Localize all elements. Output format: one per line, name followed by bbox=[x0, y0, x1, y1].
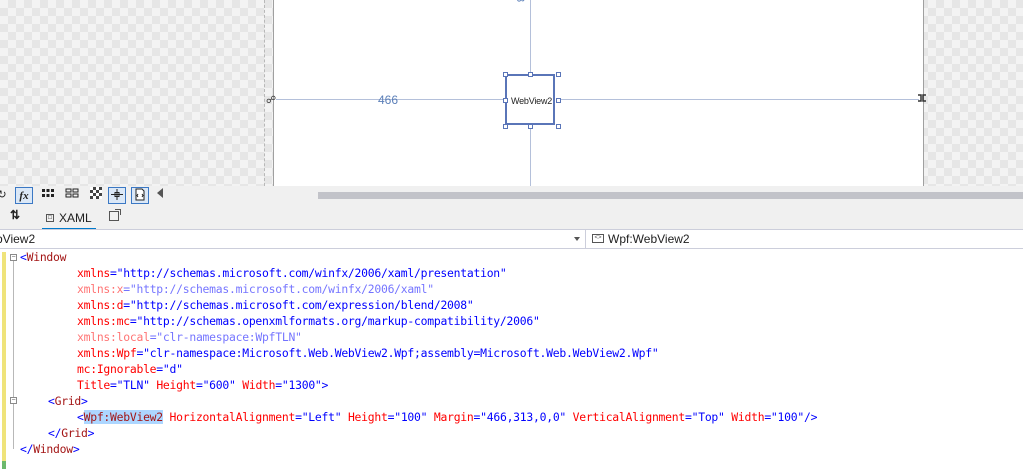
resize-handle-top-left[interactable] bbox=[503, 72, 508, 77]
code-value: "http://schemas.openxmlformats.org/marku… bbox=[136, 314, 540, 328]
resize-handle-bottom[interactable] bbox=[528, 124, 533, 129]
code-line-6: xmlns:local="clr-namespace:WpfTLN" bbox=[77, 330, 302, 344]
code-value: "600" bbox=[202, 378, 236, 392]
code-line-8: mc:Ignorable="d" bbox=[77, 362, 183, 376]
code-tag: Grid bbox=[61, 426, 88, 440]
code-attr: Width bbox=[731, 410, 765, 424]
code-attr: Width bbox=[242, 378, 276, 392]
effects-toggle-button[interactable]: fx bbox=[15, 187, 33, 204]
code-value: "Top" bbox=[691, 410, 725, 424]
tab-xaml-label: XAML bbox=[59, 211, 92, 225]
xaml-code-editor[interactable]: − − <Window xmlns="http://schemas.micros… bbox=[0, 249, 1023, 469]
code-attr: xmlns:d bbox=[77, 298, 124, 312]
xaml-icon: □ bbox=[46, 214, 54, 222]
code-tag: Window bbox=[26, 250, 67, 264]
code-line-11: <Wpf:WebView2 HorizontalAlignment="Left"… bbox=[77, 410, 818, 424]
code-attr: xmlns:local bbox=[77, 330, 150, 344]
code-line-13: </Window> bbox=[20, 442, 80, 456]
code-value: "466,313,0,0" bbox=[480, 410, 567, 424]
tab-xaml[interactable]: □ XAML bbox=[42, 208, 96, 230]
project-code-icon[interactable] bbox=[131, 187, 149, 204]
navigation-bar: bView2 <> Wpf:WebView2 bbox=[0, 229, 1023, 249]
snap-grid-icon[interactable] bbox=[63, 187, 81, 204]
code-attr: VerticalAlignment bbox=[572, 410, 686, 424]
code-value: "Left" bbox=[301, 410, 342, 424]
code-attr: xmlns:x bbox=[77, 282, 124, 296]
code-line-1: <Window bbox=[20, 250, 67, 264]
element-path-text: bView2 bbox=[0, 232, 36, 246]
horizontal-scrollbar-thumb[interactable] bbox=[318, 192, 1023, 199]
layout-guide bbox=[264, 0, 265, 186]
popout-icon[interactable] bbox=[109, 209, 121, 221]
member-dropdown-text: Wpf:WebView2 bbox=[608, 232, 690, 246]
change-tracking-bar bbox=[2, 252, 6, 461]
code-line-10: <Grid> bbox=[48, 394, 88, 408]
code-line-3: xmlns:x="http://schemas.microsoft.com/wi… bbox=[77, 282, 434, 296]
code-tag: Grid bbox=[54, 394, 82, 408]
margin-left-label: 466 bbox=[378, 93, 399, 107]
element-icon: <> bbox=[592, 234, 604, 243]
margin-bottom-line bbox=[530, 127, 531, 186]
code-value: "100" bbox=[394, 410, 428, 424]
code-attr: Margin bbox=[433, 410, 474, 424]
code-value: "clr-namespace:WpfTLN" bbox=[156, 330, 302, 344]
fold-guide bbox=[13, 261, 14, 449]
change-tracking-bar-saved bbox=[2, 461, 6, 469]
element-path-dropdown[interactable]: bView2 bbox=[0, 230, 586, 248]
margin-right-line bbox=[557, 99, 919, 100]
code-value: "d" bbox=[162, 362, 183, 376]
code-attr: Height bbox=[347, 410, 388, 424]
snap-to-lines-icon[interactable] bbox=[108, 187, 126, 204]
margin-top-label: 3 bbox=[514, 0, 526, 2]
window-canvas[interactable] bbox=[273, 0, 924, 186]
scroll-left-arrow-icon[interactable] bbox=[157, 188, 163, 198]
resize-handle-right[interactable] bbox=[556, 98, 561, 103]
code-attr: xmlns:Wpf bbox=[77, 346, 137, 360]
code-value: "100" bbox=[770, 410, 804, 424]
resize-handle-left[interactable] bbox=[503, 98, 508, 103]
code-value: "http://schemas.microsoft.com/expression… bbox=[129, 298, 474, 312]
code-value: "http://schemas.microsoft.com/winfx/2006… bbox=[129, 282, 434, 296]
dropdown-arrow-icon[interactable] bbox=[574, 237, 580, 241]
view-tab-row bbox=[0, 205, 1023, 229]
code-value: "1300" bbox=[281, 378, 322, 392]
member-dropdown[interactable]: <> Wpf:WebView2 bbox=[590, 230, 1023, 248]
fold-toggle-grid[interactable]: − bbox=[10, 397, 17, 404]
design-surface[interactable]: 466 3 ☍ WebView2 bbox=[0, 0, 1023, 186]
resize-handle-bottom-left[interactable] bbox=[503, 124, 508, 129]
code-line-12: </Grid> bbox=[48, 426, 95, 440]
swap-panes-icon[interactable]: ⇅ bbox=[10, 208, 20, 222]
code-value: "clr-namespace:Microsoft.Web.WebView2.Wp… bbox=[143, 346, 659, 360]
code-attr: xmlns bbox=[77, 266, 111, 280]
code-line-2: xmlns="http://schemas.microsoft.com/winf… bbox=[77, 266, 507, 280]
fold-toggle-window[interactable]: − bbox=[10, 254, 17, 261]
code-attr: mc:Ignorable bbox=[77, 362, 157, 376]
anchor-left-icon[interactable]: ☍ bbox=[266, 95, 276, 106]
margin-top-line bbox=[530, 0, 531, 74]
checkerboard-icon[interactable] bbox=[87, 187, 105, 204]
resize-handle-top-right[interactable] bbox=[556, 72, 561, 77]
code-line-4: xmlns:d="http://schemas.microsoft.com/ex… bbox=[77, 298, 474, 312]
resize-handle-top[interactable] bbox=[528, 72, 533, 77]
code-attr: Height bbox=[156, 378, 196, 392]
code-line-7: xmlns:Wpf="clr-namespace:Microsoft.Web.W… bbox=[77, 346, 659, 360]
code-tag-selected[interactable]: Wpf:WebView2 bbox=[83, 410, 163, 424]
resize-handle-bottom-right[interactable] bbox=[556, 124, 561, 129]
code-value: "TLN" bbox=[116, 378, 150, 392]
anchor-right-icon[interactable] bbox=[917, 94, 927, 102]
code-attr: Title bbox=[77, 378, 111, 392]
webview2-element-label: WebView2 bbox=[511, 96, 553, 106]
code-line-5: xmlns:mc="http://schemas.openxmlformats.… bbox=[77, 314, 540, 328]
code-attr: HorizontalAlignment bbox=[169, 410, 296, 424]
webview2-element[interactable]: WebView2 bbox=[505, 74, 555, 125]
grid-icon[interactable] bbox=[39, 187, 57, 204]
refresh-icon[interactable]: ↻ bbox=[0, 187, 8, 204]
code-tag: Window bbox=[33, 442, 73, 456]
code-attr: xmlns:mc bbox=[77, 314, 130, 328]
code-line-9: Title="TLN" Height="600" Width="1300"> bbox=[77, 378, 329, 392]
code-value: "http://schemas.microsoft.com/winfx/2006… bbox=[116, 266, 507, 280]
